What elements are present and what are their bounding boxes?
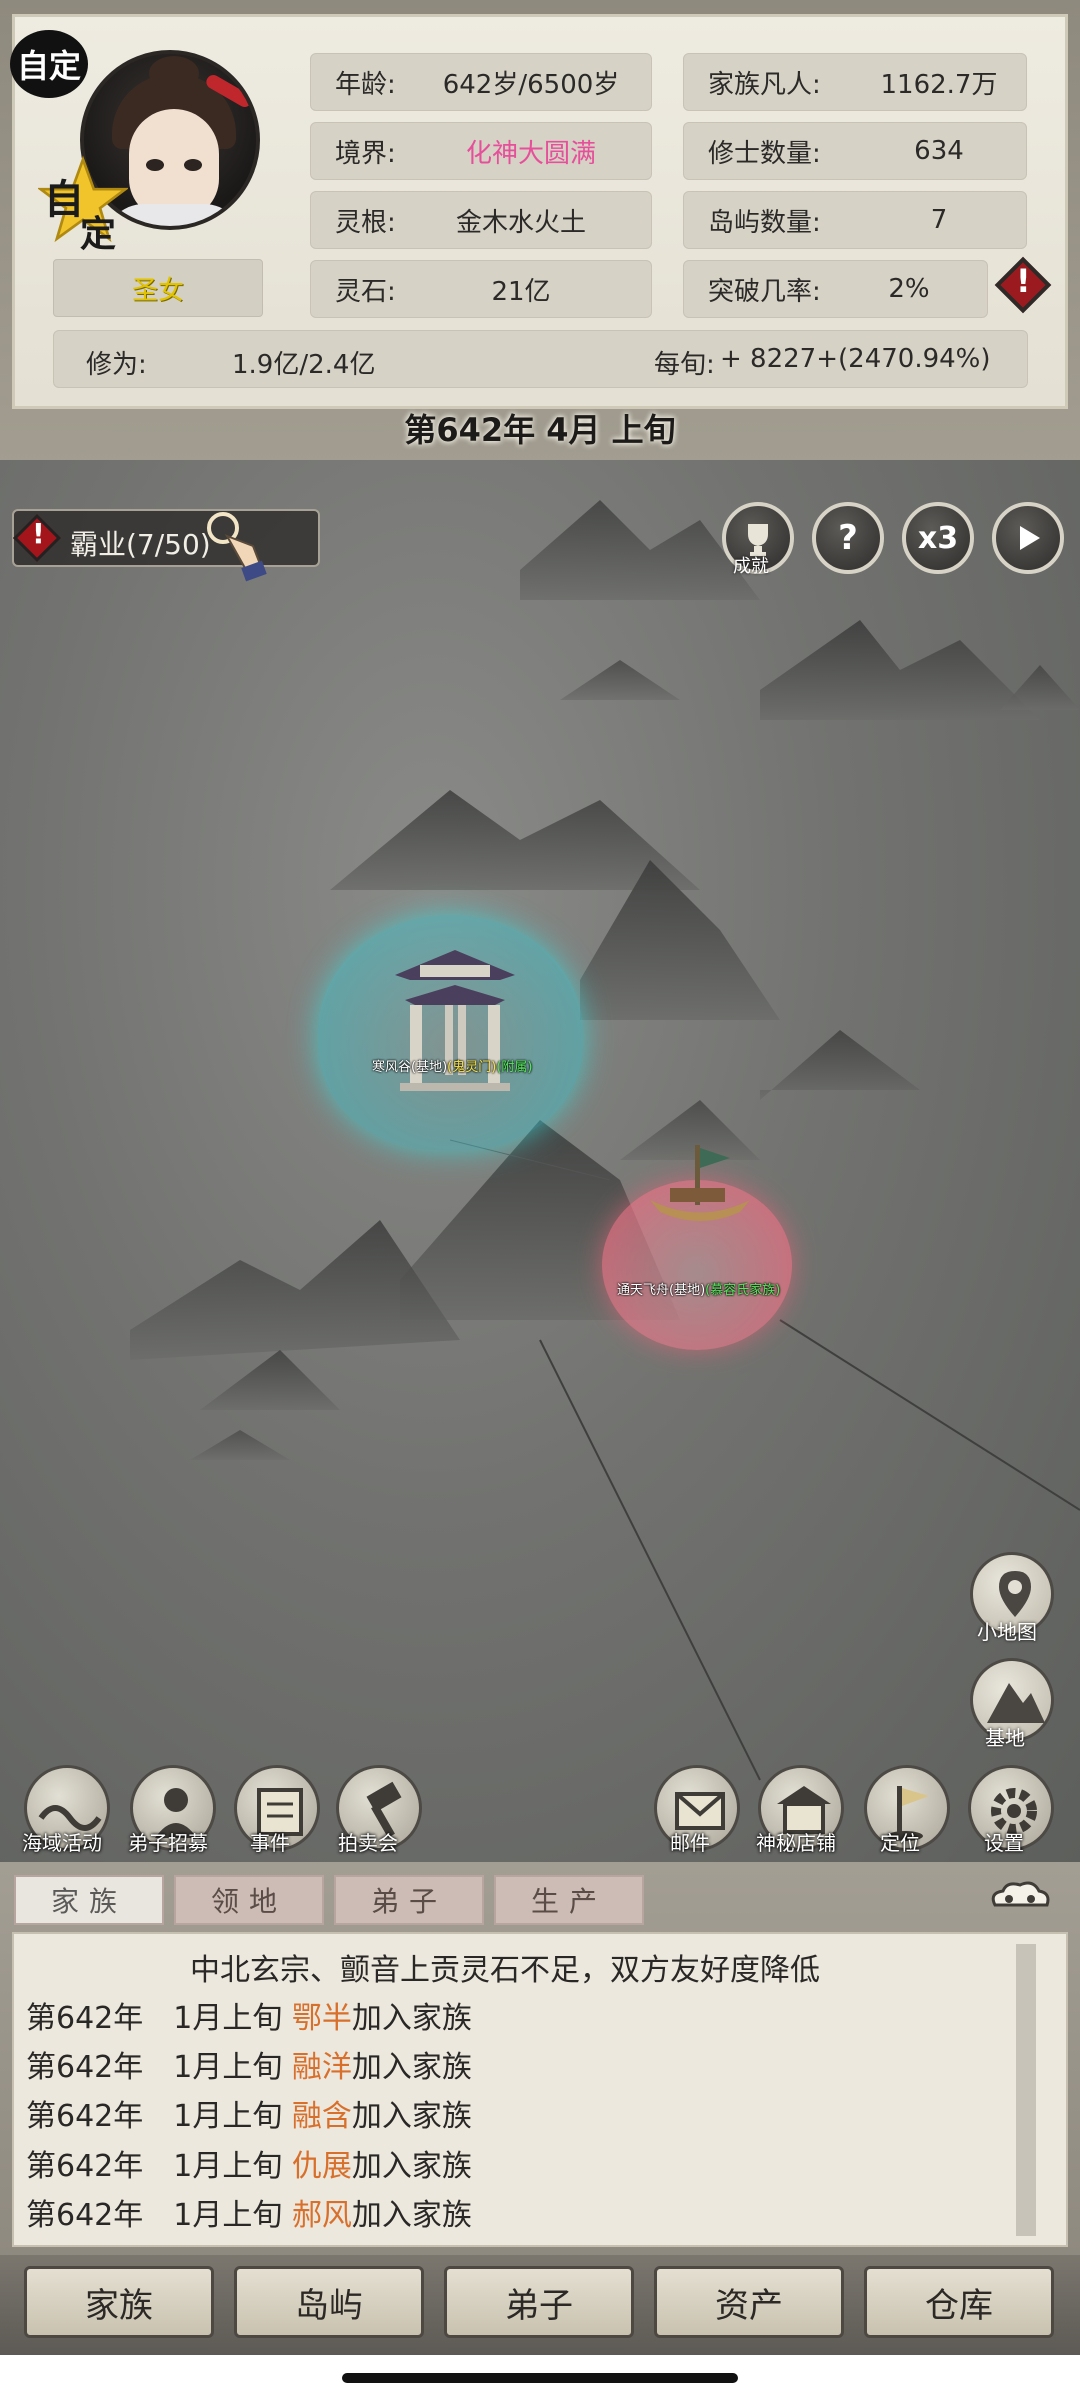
place2-tag-clan: (慕容氏家族) [705, 1283, 781, 1298]
stat-breakthrough: 突破几率: 2% [683, 260, 988, 318]
sea-activity-label: 海域活动 [22, 1831, 102, 1855]
stat-mortals-label: 家族凡人: [708, 69, 821, 100]
cultivation-bar: 修为: 1.9亿/2.4亿 每旬: + 8227+(2470.94%) [53, 330, 1028, 388]
log-header-line: 中北玄宗、颤音上贡灵石不足，双方友好度降低 [190, 1953, 820, 1988]
stat-age-label: 年龄: [335, 69, 396, 100]
place-label-base2[interactable]: 通天飞舟(基地)(慕容氏家族) [617, 1279, 780, 1298]
help-icon: ? [838, 518, 858, 558]
disciple-name[interactable]: 鄂半 [292, 2001, 352, 2036]
home-indicator[interactable] [342, 2373, 738, 2383]
tab-disciples[interactable]: 弟子 [334, 1875, 484, 1925]
list-item: 第642年 1月上旬 融含加入家族 [26, 2099, 472, 2134]
per-period-label: 每旬: [654, 350, 715, 380]
tab-production[interactable]: 生产 [494, 1875, 644, 1925]
stat-age-value: 642岁/6500岁 [442, 69, 620, 100]
stat-root: 灵根: 金木水火土 [310, 191, 652, 249]
play-icon [1020, 526, 1040, 550]
stat-realm: 境界: 化神大圆满 [310, 122, 652, 180]
mail-label: 邮件 [670, 1831, 710, 1855]
stat-mortals: 家族凡人: 1162.7万 [683, 53, 1027, 111]
date-banner: 第642年 4月 上旬 [404, 411, 676, 449]
disciple-name[interactable]: 融洋 [292, 2050, 352, 2085]
stat-cultivators-value: 634 [914, 136, 964, 166]
quest-text: 霸业(7/50) [70, 528, 211, 561]
place1-name: 寒风谷(基地) [372, 1060, 448, 1075]
recruit-label: 弟子招募 [128, 1831, 208, 1855]
play-button[interactable] [992, 502, 1064, 574]
stat-breakthrough-label: 突破几率: [708, 276, 821, 307]
nav-disciples-button[interactable]: 弟子 [444, 2266, 634, 2338]
locate-label: 定位 [880, 1831, 920, 1855]
mountain-scenery [130, 500, 1080, 1781]
world-map[interactable] [0, 460, 1080, 1865]
stat-realm-value: 化神大圆满 [465, 138, 596, 169]
nav-clan-button[interactable]: 家族 [24, 2266, 214, 2338]
nav-warehouse-button[interactable]: 仓库 [864, 2266, 1054, 2338]
auto-badge[interactable]: 自定 [10, 30, 88, 98]
stat-cultivators-label: 修士数量: [708, 138, 821, 169]
auction-label: 拍卖会 [338, 1831, 398, 1855]
minimap-caption: 小地图 [977, 1620, 1037, 1644]
speed-label: x3 [917, 520, 959, 556]
disciple-name[interactable]: 郝风 [292, 2198, 352, 2233]
per-period-value: + 8227+(2470.94%) [720, 344, 991, 374]
stat-root-value: 金木水火土 [455, 207, 586, 238]
tab-territory[interactable]: 领地 [174, 1875, 324, 1925]
cloud-icon[interactable] [985, 1877, 1055, 1917]
disciple-name[interactable]: 仇展 [292, 2149, 352, 2184]
base-caption: 基地 [985, 1726, 1025, 1750]
place1-tag-status: (附属) [496, 1060, 533, 1075]
stat-mortals-value: 1162.7万 [880, 69, 998, 100]
log-scrollbar[interactable] [1016, 1944, 1036, 2236]
nav-assets-button[interactable]: 资产 [654, 2266, 844, 2338]
help-button[interactable]: ? [812, 502, 884, 574]
list-item: 第642年 1月上旬 融洋加入家族 [26, 2050, 472, 2085]
star-badge-text-top: 自 [44, 176, 84, 223]
list-item: 第642年 1月上旬 仇展加入家族 [26, 2149, 472, 2184]
exclamation-icon: ! [1016, 262, 1031, 300]
flying-ship-icon[interactable] [640, 1140, 760, 1230]
place-label-base1[interactable]: 寒风谷(基地)(鬼灵门)(附属) [372, 1056, 532, 1075]
tab-clan[interactable]: 家族 [14, 1875, 164, 1925]
nav-islands-button[interactable]: 岛屿 [234, 2266, 424, 2338]
achievement-caption: 成就 [733, 556, 769, 577]
mystery-shop-label: 神秘店铺 [756, 1831, 836, 1855]
cultivation-value: 1.9亿/2.4亿 [232, 350, 376, 380]
stat-breakthrough-value: 2% [888, 274, 930, 304]
stat-spirit-stone: 灵石: 21亿 [310, 260, 652, 318]
stat-islands-label: 岛屿数量: [708, 207, 821, 238]
cultivation-label: 修为: [86, 350, 147, 380]
stat-root-label: 灵根: [335, 207, 396, 238]
pointing-hand-icon [207, 512, 267, 582]
events-label: 事件 [250, 1831, 290, 1855]
star-badge-text-bottom: 定 [80, 213, 117, 255]
stat-cultivators: 修士数量: 634 [683, 122, 1027, 180]
stat-spirit-stone-label: 灵石: [335, 276, 396, 307]
place1-tag-sect: (鬼灵门) [447, 1060, 497, 1075]
settings-label: 设置 [984, 1831, 1024, 1855]
stat-islands: 岛屿数量: 7 [683, 191, 1027, 249]
list-item: 第642年 1月上旬 郝风加入家族 [26, 2198, 472, 2233]
speed-button[interactable]: x3 [902, 502, 974, 574]
stat-islands-value: 7 [930, 205, 948, 235]
stat-realm-label: 境界: [335, 138, 396, 169]
place2-name: 通天飞舟(基地) [617, 1283, 706, 1298]
stat-spirit-stone-value: 21亿 [491, 276, 551, 307]
stat-age: 年龄: 642岁/6500岁 [310, 53, 652, 111]
disciple-name[interactable]: 融含 [292, 2099, 352, 2134]
list-item: 第642年 1月上旬 鄂半加入家族 [26, 2001, 472, 2036]
title-badge[interactable]: 圣女 [53, 259, 263, 317]
